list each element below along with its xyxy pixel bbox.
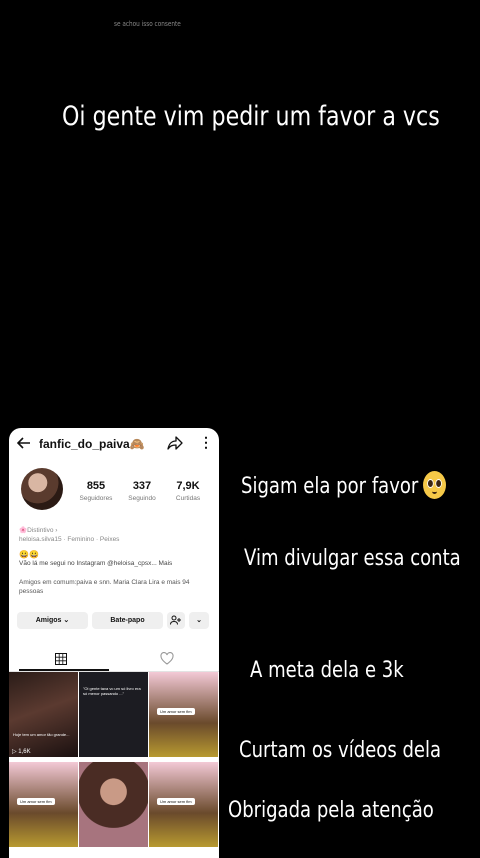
pleading-face-icon (423, 471, 447, 499)
story-line-follow-text: Sigam ela por favor (241, 474, 419, 499)
more-options-icon[interactable]: ⋮ (199, 434, 213, 451)
video-thumbnail-6[interactable]: Um amor sem fim (149, 762, 218, 847)
profile-bio[interactable]: Vão lá me segui no Instagram @heloisa_cp… (19, 560, 214, 567)
stat-following[interactable]: 337 Seguindo (119, 480, 165, 502)
add-user-button[interactable] (167, 612, 185, 629)
stat-followers-label: Seguidores (79, 495, 113, 502)
share-icon[interactable] (167, 435, 183, 451)
stat-following-label: Seguindo (128, 495, 156, 502)
story-line-like: Curtam os vídeos dela (239, 738, 442, 763)
video-thumbnail-3[interactable]: Um amor sem fim (149, 672, 218, 757)
profile-username: fanfic_do_paiva🙈 (39, 437, 145, 451)
bio-emoji: 😀😀 (19, 550, 39, 559)
liked-tab-icon[interactable] (160, 652, 174, 665)
stat-followers-value: 855 (86, 480, 106, 492)
more-button[interactable]: ⌄ (189, 612, 209, 629)
profile-screenshot: fanfic_do_paiva🙈 ⋮ 855 Seguidores 337 Se… (9, 428, 219, 858)
top-caption: se achou isso consente (114, 20, 181, 28)
grid-tab-icon[interactable] (55, 652, 67, 665)
story-headline: Oi gente vim pedir um favor a vcs (62, 101, 440, 132)
story-line-thanks: Obrigada pela atenção (228, 798, 434, 823)
video-thumbnail-5[interactable] (79, 762, 148, 847)
stat-following-value: 337 (132, 480, 152, 492)
story-line-follow: Sigam ela por favor (241, 471, 447, 501)
video-thumbnail-1[interactable]: Hoje tem um amor tão grande... ▷ 1,6K (9, 672, 78, 757)
friends-button[interactable]: Amigos ⌄ (17, 612, 88, 629)
profile-badge[interactable]: 🌸Distintivo › (19, 526, 57, 534)
video-3-caption: Um amor sem fim (157, 708, 195, 715)
back-arrow-icon[interactable] (16, 436, 31, 453)
video-4-caption: Um amor sem fim (17, 798, 55, 805)
video-2-caption: "Oi gente tava vc um só livro era só men… (83, 686, 141, 696)
video-thumbnail-4[interactable]: Um amor sem fim (9, 762, 78, 847)
video-6-caption: Um amor sem fim (157, 798, 195, 805)
video-1-caption: Hoje tem um amor tão grande... (13, 732, 70, 737)
stat-followers[interactable]: 855 Seguidores (73, 480, 119, 502)
avatar[interactable] (21, 468, 63, 510)
stat-likes-label: Curtidas (175, 495, 201, 502)
story-line-goal: A meta dela e 3k (250, 658, 404, 683)
stat-likes: 7,9K Curtidas (165, 480, 211, 502)
video-thumbnail-2[interactable]: "Oi gente tava vc um só livro era só men… (79, 672, 148, 757)
story-line-promote: Vim divulgar essa conta (244, 546, 461, 571)
chat-button[interactable]: Bate-papo (92, 612, 163, 629)
profile-handle-line: heloisa.silva15 · Feminino · Peixes (19, 536, 120, 543)
mutual-friends[interactable]: Amigos em comum:paiva e snn. Maria Clara… (19, 578, 214, 596)
stat-likes-value: 7,9K (176, 480, 200, 492)
add-user-icon (170, 615, 181, 625)
video-1-views: ▷ 1,6K (12, 749, 31, 755)
